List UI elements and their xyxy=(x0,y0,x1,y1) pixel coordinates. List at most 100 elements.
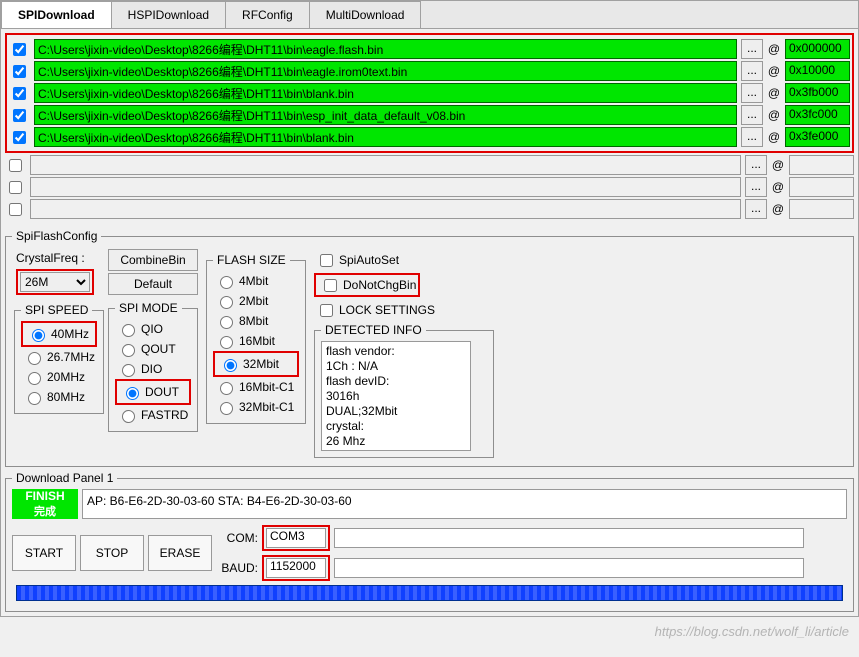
flash-size-radio[interactable] xyxy=(224,359,237,372)
download-path-field[interactable]: C:\Users\jixin-video\Desktop\8266编程\DHT1… xyxy=(34,83,737,103)
download-path-field[interactable]: C:\Users\jixin-video\Desktop\8266编程\DHT1… xyxy=(34,39,737,59)
flash-size-radio[interactable] xyxy=(220,316,233,329)
spi-mode-option[interactable]: QIO xyxy=(115,319,191,339)
flash-size-radio[interactable] xyxy=(220,336,233,349)
lock-settings-checkbox[interactable] xyxy=(320,304,333,317)
flash-size-option-label: 4Mbit xyxy=(239,274,268,288)
download-addr-field[interactable]: 0x3fe000 xyxy=(785,127,850,147)
baud-select[interactable]: 1152000 xyxy=(266,558,326,578)
flash-size-option[interactable]: 16Mbit-C1 xyxy=(213,377,299,397)
download-addr-field[interactable] xyxy=(789,177,854,197)
spi-speed-option[interactable]: 20MHz xyxy=(21,367,97,387)
tab-spidownload[interactable]: SPIDownload xyxy=(1,1,112,28)
download-path-field[interactable]: C:\Users\jixin-video\Desktop\8266编程\DHT1… xyxy=(34,127,737,147)
spi-speed-radio[interactable] xyxy=(32,329,45,342)
download-row-checkbox[interactable] xyxy=(9,203,22,216)
download-addr-field[interactable]: 0x10000 xyxy=(785,61,850,81)
erase-button[interactable]: ERASE xyxy=(148,535,212,571)
spi-mode-option-label: QOUT xyxy=(141,342,176,356)
download-row-checkbox[interactable] xyxy=(13,87,26,100)
flash-size-radio[interactable] xyxy=(220,276,233,289)
flash-size-option-label: 16Mbit xyxy=(239,334,275,348)
browse-button[interactable]: ... xyxy=(745,199,767,219)
download-row-checkbox[interactable] xyxy=(13,43,26,56)
spi-mode-radio[interactable] xyxy=(122,364,135,377)
flash-size-label: FLASH SIZE xyxy=(213,253,290,267)
spi-auto-set-check[interactable]: SpiAutoSet xyxy=(314,249,494,271)
spi-speed-radio[interactable] xyxy=(28,392,41,405)
flash-size-option[interactable]: 32Mbit-C1 xyxy=(213,397,299,417)
spi-mode-radio[interactable] xyxy=(126,387,139,400)
flash-size-radio[interactable] xyxy=(220,382,233,395)
spi-speed-option[interactable]: 80MHz xyxy=(21,387,97,407)
spi-speed-option[interactable]: 26.7MHz xyxy=(21,347,97,367)
flash-size-option[interactable]: 16Mbit xyxy=(213,331,299,351)
download-row: ... @ xyxy=(5,177,854,197)
tab-hspidownload[interactable]: HSPIDownload xyxy=(111,1,226,28)
browse-button[interactable]: ... xyxy=(741,83,763,103)
tab-rfconfig[interactable]: RFConfig xyxy=(225,1,310,28)
crystal-freq-select[interactable]: 26M xyxy=(20,272,90,292)
spi-mode-radio[interactable] xyxy=(122,410,135,423)
browse-button[interactable]: ... xyxy=(741,39,763,59)
spi-speed-radio[interactable] xyxy=(28,372,41,385)
flash-size-radio[interactable] xyxy=(220,402,233,415)
download-path-field[interactable] xyxy=(30,199,741,219)
download-row-checkbox[interactable] xyxy=(9,181,22,194)
download-row: ...@ xyxy=(5,199,854,219)
download-row: C:\Users\jixin-video\Desktop\8266编程\DHT1… xyxy=(9,39,850,59)
spi-speed-group: SPI SPEED 40MHz26.7MHz20MHz80MHz xyxy=(14,303,104,414)
lock-settings-check[interactable]: LOCK SETTINGS xyxy=(314,299,494,321)
stop-button[interactable]: STOP xyxy=(80,535,144,571)
flash-size-option[interactable]: 2Mbit xyxy=(213,291,299,311)
crystal-freq-label: CrystalFreq : xyxy=(16,251,102,265)
flash-size-option[interactable]: 32Mbit xyxy=(217,354,295,374)
spi-mode-option[interactable]: FASTRD xyxy=(115,405,191,425)
at-symbol: @ xyxy=(771,180,785,194)
flash-size-option[interactable]: 4Mbit xyxy=(213,271,299,291)
spi-mode-group: SPI MODE QIOQOUTDIODOUTFASTRD xyxy=(108,301,198,432)
browse-button[interactable]: ... xyxy=(741,127,763,147)
spi-mode-option[interactable]: QOUT xyxy=(115,339,191,359)
browse-button[interactable]: ... xyxy=(741,105,763,125)
baud-select-rest[interactable] xyxy=(334,558,804,578)
spi-mode-option[interactable]: DOUT xyxy=(119,382,187,402)
spi-auto-set-checkbox[interactable] xyxy=(320,254,333,267)
default-button[interactable]: Default xyxy=(108,273,198,295)
download-addr-field[interactable]: 0x000000 xyxy=(785,39,850,59)
download-addr-field[interactable]: 0x3fb000 xyxy=(785,83,850,103)
start-button[interactable]: START xyxy=(12,535,76,571)
tab-multidownload[interactable]: MultiDownload xyxy=(309,1,422,28)
do-not-chg-bin-check[interactable]: DoNotChgBin xyxy=(318,276,416,294)
flash-size-option[interactable]: 8Mbit xyxy=(213,311,299,331)
download-addr-field[interactable] xyxy=(789,155,854,175)
finish-en: FINISH xyxy=(25,489,64,503)
download-row-checkbox[interactable] xyxy=(13,109,26,122)
spi-mode-radio[interactable] xyxy=(122,344,135,357)
flash-size-radio[interactable] xyxy=(220,296,233,309)
spi-speed-radio[interactable] xyxy=(28,352,41,365)
download-addr-field[interactable]: 0x3fc000 xyxy=(785,105,850,125)
download-path-field[interactable]: C:\Users\jixin-video\Desktop\8266编程\DHT1… xyxy=(34,61,737,81)
download-list: C:\Users\jixin-video\Desktop\8266编程\DHT1… xyxy=(1,29,858,225)
flash-size-option-label: 8Mbit xyxy=(239,314,268,328)
download-path-field[interactable]: C:\Users\jixin-video\Desktop\8266编程\DHT1… xyxy=(34,105,737,125)
download-path-field[interactable] xyxy=(30,155,741,175)
download-row-checkbox[interactable] xyxy=(9,159,22,172)
download-path-field[interactable] xyxy=(30,177,741,197)
combine-bin-button[interactable]: CombineBin xyxy=(108,249,198,271)
browse-button[interactable]: ... xyxy=(745,155,767,175)
com-select[interactable]: COM3 xyxy=(266,528,326,548)
finish-badge: FINISH 完成 xyxy=(12,489,78,519)
spi-auto-set-label: SpiAutoSet xyxy=(339,253,399,267)
download-row-checkbox[interactable] xyxy=(13,131,26,144)
com-select-rest[interactable] xyxy=(334,528,804,548)
spi-speed-option[interactable]: 40MHz xyxy=(25,324,93,344)
browse-button[interactable]: ... xyxy=(745,177,767,197)
spi-mode-option[interactable]: DIO xyxy=(115,359,191,379)
browse-button[interactable]: ... xyxy=(741,61,763,81)
do-not-chg-bin-checkbox[interactable] xyxy=(324,279,337,292)
spi-mode-radio[interactable] xyxy=(122,324,135,337)
download-addr-field[interactable] xyxy=(789,199,854,219)
download-row-checkbox[interactable] xyxy=(13,65,26,78)
